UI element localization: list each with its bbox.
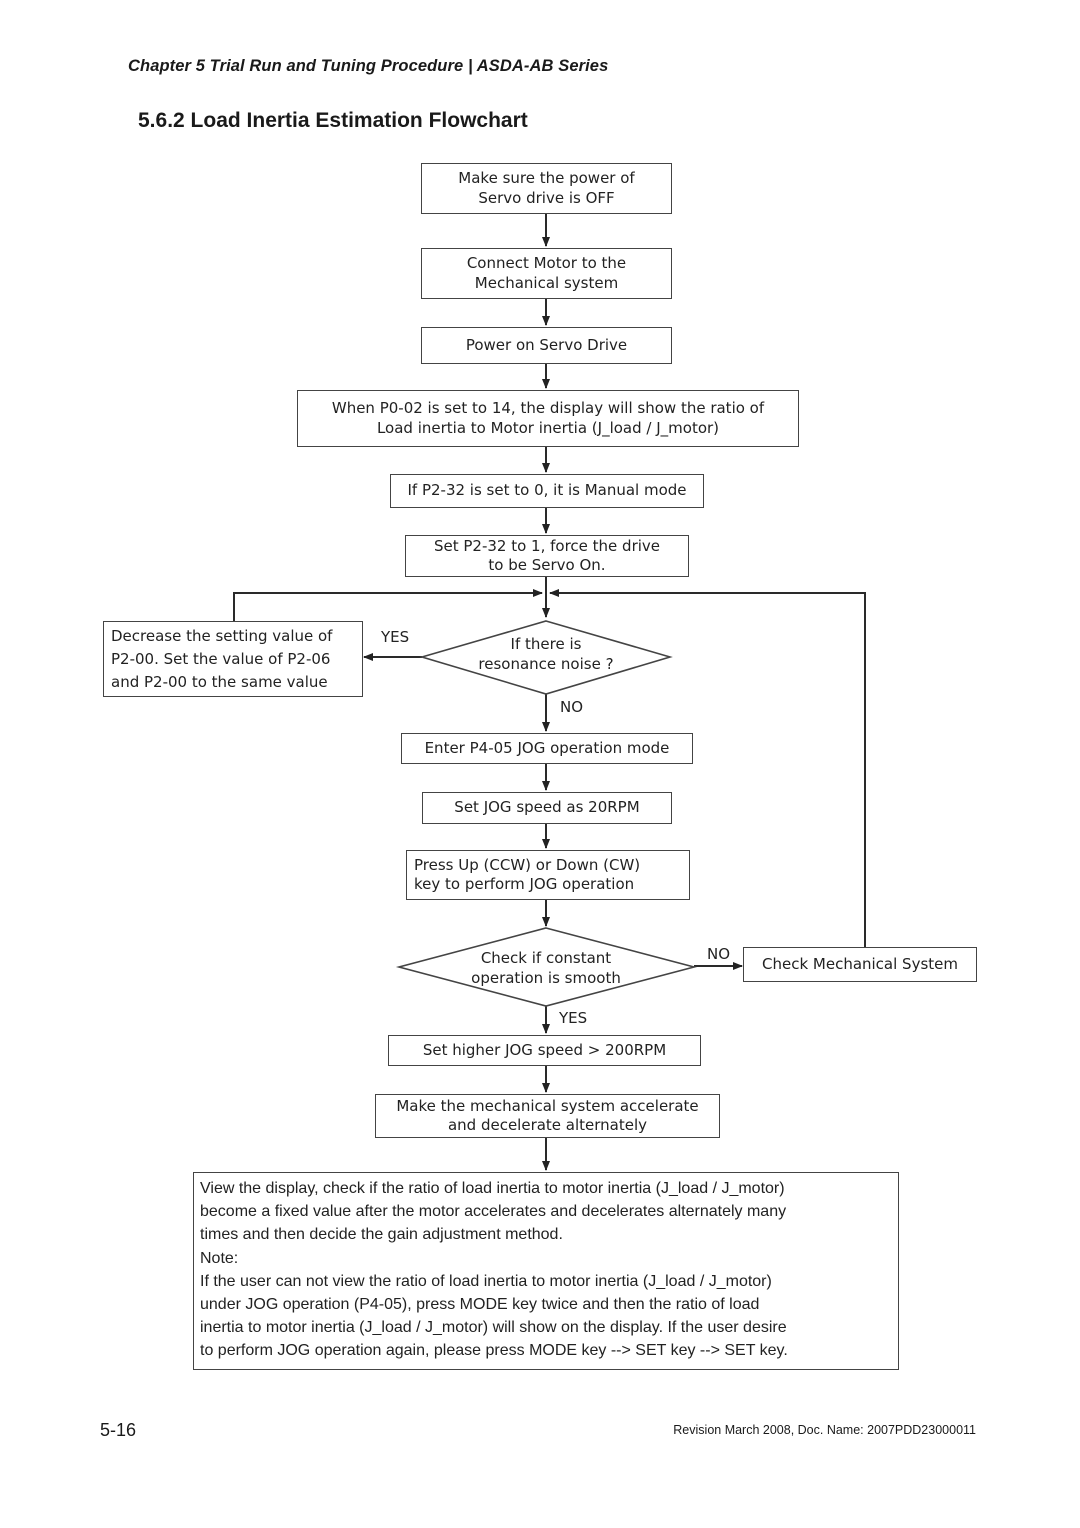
- step-decrease-p2-00: Decrease the setting value of P2-00. Set …: [103, 621, 363, 697]
- loop-left: [233, 589, 543, 621]
- revision-info: Revision March 2008, Doc. Name: 2007PDD2…: [673, 1423, 976, 1437]
- step-jog-200rpm: Set higher JOG speed > 200RPM: [388, 1035, 701, 1066]
- decision-smooth: Check if constant operation is smooth: [471, 949, 621, 987]
- final-note-box: View the display, check if the ratio of …: [193, 1172, 899, 1370]
- step-set-p2-32: Set P2-32 to 1, force the drive to be Ser…: [405, 535, 689, 577]
- step-connect-motor: Connect Motor to the Mechanical system: [421, 248, 672, 299]
- step-power-off: Make sure the power of Servo drive is OFF: [421, 163, 672, 214]
- resonance-no-label: NO: [560, 698, 584, 716]
- page-number: 5-16: [100, 1420, 137, 1440]
- step-accel-decel: Make the mechanical system accelerate and…: [375, 1094, 720, 1138]
- step-power-on: Power on Servo Drive: [421, 327, 672, 364]
- step-check-mechanical: Check Mechanical System: [743, 947, 977, 982]
- decision-resonance: If there is resonance noise ?: [478, 635, 614, 673]
- step-jog-20rpm: Set JOG speed as 20RPM: [422, 792, 672, 824]
- step-press-up-down: Press Up (CCW) or Down (CW) key to perfor…: [406, 850, 690, 900]
- smooth-yes-label: YES: [559, 1009, 588, 1027]
- resonance-yes-label: YES: [381, 628, 410, 646]
- smooth-no-label: NO: [707, 945, 731, 963]
- step-set-p0-02: When P0-02 is set to 14, the display wil…: [297, 390, 799, 447]
- step-p2-32-manual: If P2-32 is set to 0, it is Manual mode: [390, 474, 704, 508]
- step-enter-jog: Enter P4-05 JOG operation mode: [401, 733, 693, 764]
